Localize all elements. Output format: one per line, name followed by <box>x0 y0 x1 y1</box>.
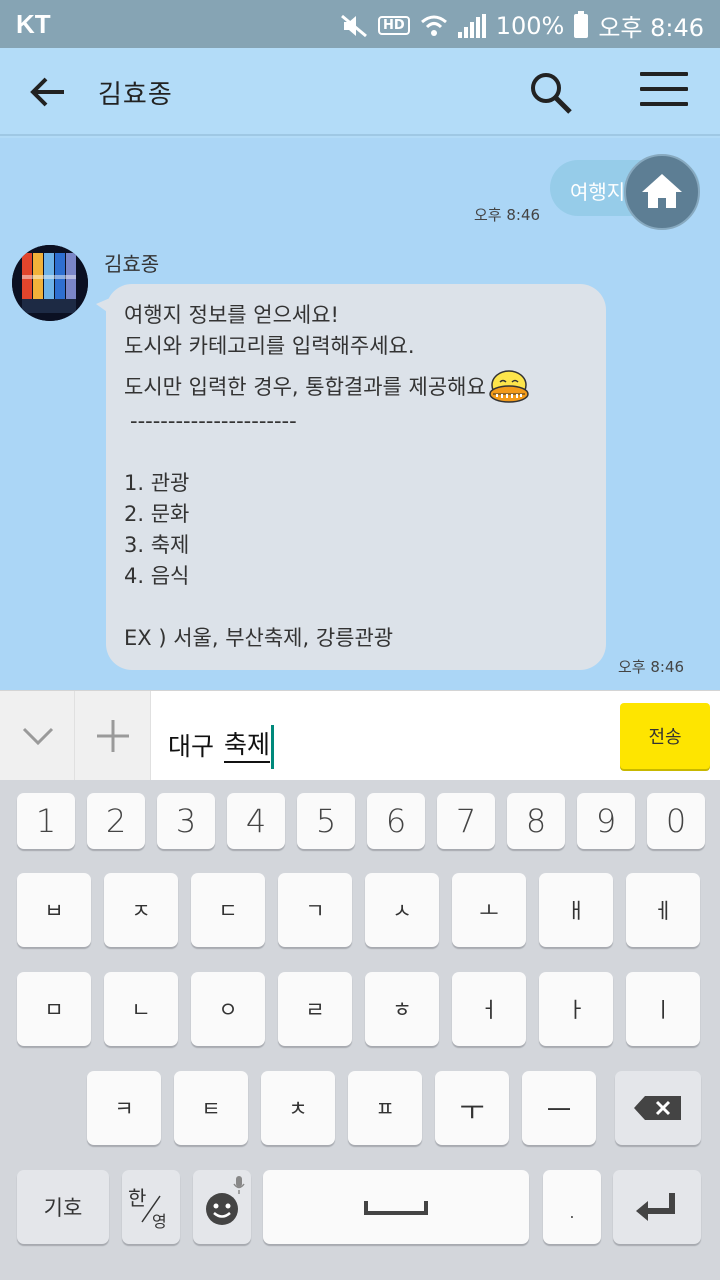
key-o-vowel[interactable]: ㅗ <box>452 873 526 947</box>
chat-header: 김효종 <box>0 48 720 136</box>
home-icon <box>642 174 682 208</box>
carrier-label: KT <box>16 9 51 39</box>
enter-key[interactable] <box>613 1170 701 1244</box>
key-ae[interactable]: ㅐ <box>539 873 613 947</box>
chat-title: 김효종 <box>98 80 173 110</box>
key-7[interactable]: 7 <box>437 793 495 849</box>
message-line: 1. 관광 <box>124 471 190 495</box>
received-message-bubble[interactable]: 여행지 정보를 얻으세요! 도시와 카테고리를 입력해주세요. 도시만 입력한 … <box>96 284 606 670</box>
collapse-button[interactable] <box>0 691 75 781</box>
lang-divider <box>141 1195 161 1223</box>
message-line: 여행지 정보를 얻으세요! <box>124 303 339 327</box>
message-line: 2. 문화 <box>124 502 190 526</box>
battery-icon <box>574 10 589 38</box>
home-button[interactable] <box>624 154 700 230</box>
keyboard: 1 2 3 4 5 6 7 8 9 0 ㅂ ㅈ ㄷ ㄱ ㅅ ㅗ ㅐ ㅔ ㅁ ㄴ … <box>0 780 720 1280</box>
microphone-icon <box>233 1176 245 1194</box>
key-pieup[interactable]: ㅍ <box>348 1071 422 1145</box>
space-bar-icon <box>364 1201 428 1215</box>
message-line: 4. 음식 <box>124 564 190 588</box>
avatar[interactable] <box>12 245 88 321</box>
hd-icon: HD <box>378 16 410 35</box>
key-eu[interactable]: ㅡ <box>522 1071 596 1145</box>
key-giyeok[interactable]: ㄱ <box>278 873 352 947</box>
key-mieum[interactable]: ㅁ <box>17 972 91 1046</box>
key-4[interactable]: 4 <box>227 793 285 849</box>
key-nieun[interactable]: ㄴ <box>104 972 178 1046</box>
key-tieut[interactable]: ㅌ <box>174 1071 248 1145</box>
backspace-icon <box>634 1096 681 1120</box>
emoji-key[interactable] <box>193 1170 251 1244</box>
key-hieut[interactable]: ㅎ <box>365 972 439 1046</box>
text-cursor <box>271 725 275 769</box>
key-e[interactable]: ㅔ <box>626 873 700 947</box>
send-button[interactable]: 전송 <box>620 703 710 769</box>
sender-name: 김효종 <box>104 252 160 276</box>
back-arrow-icon[interactable] <box>24 68 72 116</box>
backspace-key[interactable] <box>615 1071 701 1145</box>
key-rieul[interactable]: ㄹ <box>278 972 352 1046</box>
key-2[interactable]: 2 <box>87 793 145 849</box>
symbols-key[interactable]: 기호 <box>17 1170 109 1244</box>
menu-icon[interactable] <box>640 72 688 112</box>
wifi-icon <box>420 15 447 36</box>
message-line: 3. 축제 <box>124 533 190 557</box>
search-icon[interactable] <box>526 68 578 120</box>
battery-percent: 100% <box>495 11 565 40</box>
mute-icon <box>341 14 367 37</box>
key-9[interactable]: 9 <box>577 793 635 849</box>
key-8[interactable]: 8 <box>507 793 565 849</box>
message-input-bar: 대구 축제 전송 <box>0 690 720 781</box>
status-bar: KT HD 100% 오후 8:46 <box>0 0 720 48</box>
key-0[interactable]: 0 <box>647 793 705 849</box>
period-key[interactable]: . <box>543 1170 601 1244</box>
chat-area[interactable]: 여행지 정보 오후 8:46 김효종 여행지 정보를 얻으세요! 도시와 카테고… <box>0 138 720 690</box>
message-input[interactable]: 대구 축제 <box>168 719 275 769</box>
key-ieung[interactable]: ㅇ <box>191 972 265 1046</box>
space-key[interactable] <box>263 1170 529 1244</box>
attach-button[interactable] <box>75 691 151 781</box>
key-jieut[interactable]: ㅈ <box>104 873 178 947</box>
key-6[interactable]: 6 <box>367 793 425 849</box>
key-chieut[interactable]: ㅊ <box>261 1071 335 1145</box>
key-5[interactable]: 5 <box>297 793 355 849</box>
avatar-image <box>12 245 88 321</box>
input-committed-text: 대구 <box>168 732 215 761</box>
key-a[interactable]: ㅏ <box>539 972 613 1046</box>
key-3[interactable]: 3 <box>157 793 215 849</box>
plus-icon <box>97 720 129 752</box>
message-line: 도시만 입력한 경우, 통합결과를 제공해요 <box>124 370 606 406</box>
key-bieup[interactable]: ㅂ <box>17 873 91 947</box>
language-toggle-key[interactable]: 한 영 <box>122 1170 180 1244</box>
key-kieuk[interactable]: ㅋ <box>87 1071 161 1145</box>
key-eo[interactable]: ㅓ <box>452 972 526 1046</box>
received-message-time: 오후 8:46 <box>618 658 685 676</box>
laughing-emoticon-icon <box>489 370 529 403</box>
sent-message-time: 오후 8:46 <box>474 206 541 224</box>
status-icons: HD 100% 오후 8:46 <box>340 8 704 43</box>
input-composing-text: 축제 <box>224 725 271 763</box>
enter-icon <box>636 1193 675 1221</box>
chevron-down-icon <box>22 727 54 746</box>
signal-icon <box>457 13 486 38</box>
key-u[interactable]: ㅜ <box>435 1071 509 1145</box>
message-divider: ---------------------- <box>130 409 297 433</box>
key-siot[interactable]: ㅅ <box>365 873 439 947</box>
message-line: 도시와 카테고리를 입력해주세요. <box>124 334 415 358</box>
key-i[interactable]: ㅣ <box>626 972 700 1046</box>
key-1[interactable]: 1 <box>17 793 75 849</box>
status-time: 오후 8:46 <box>598 14 704 42</box>
lang-secondary-label: 영 <box>152 1212 167 1231</box>
key-digeut[interactable]: ㄷ <box>191 873 265 947</box>
message-line: EX ) 서울, 부산축제, 강릉관광 <box>124 626 394 650</box>
